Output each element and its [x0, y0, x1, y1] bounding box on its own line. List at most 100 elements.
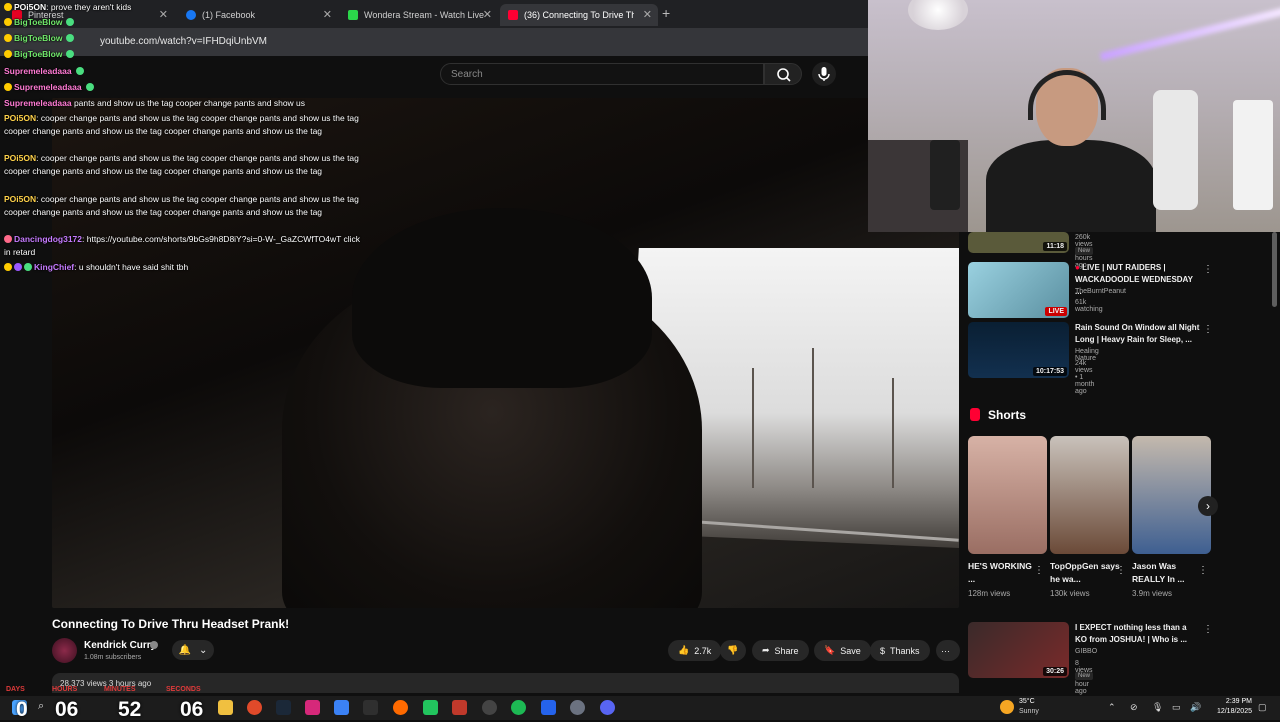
chat-badge-icon [24, 263, 32, 271]
chevron-down-icon: ⌄ [199, 644, 208, 656]
bookmark-icon: 🔖 [824, 645, 836, 655]
thanks-button[interactable]: $ Thanks [870, 640, 930, 661]
volume-icon[interactable]: 🔊 [1190, 702, 1201, 713]
video-thumbnail[interactable]: LIVE [968, 262, 1069, 318]
spotify-icon[interactable] [511, 700, 526, 715]
chat-message: Supremeleadaaa [4, 65, 364, 78]
share-icon: ➦ [762, 645, 770, 655]
chat-text: : prove they aren't kids [46, 2, 132, 12]
short-thumbnail[interactable] [968, 436, 1047, 554]
brave-icon[interactable] [393, 700, 408, 715]
shorts-icon [970, 408, 980, 421]
more-icon: ··· [941, 645, 950, 656]
avatar[interactable] [52, 638, 77, 663]
kebab-menu-icon[interactable]: ⋮ [1198, 565, 1208, 576]
video-title[interactable]: I EXPECT nothing less than a KO from JOS… [1075, 622, 1200, 646]
close-icon[interactable]: ✕ [643, 8, 652, 21]
save-button[interactable]: 🔖 Save [814, 640, 871, 661]
chevron-right-icon[interactable]: › [1198, 496, 1218, 516]
sun-icon[interactable] [1000, 700, 1014, 714]
like-count: 2.7k [694, 645, 712, 656]
notification-bell-button[interactable]: 🔔 ⌄ [172, 640, 214, 660]
live-dot-icon: ● [1075, 263, 1083, 272]
clock-date[interactable]: 12/18/2025 [1204, 708, 1252, 715]
voice-search-button[interactable] [812, 62, 836, 86]
clock-time[interactable]: 2:39 PM [1210, 698, 1252, 705]
weather-condition[interactable]: Sunny [1019, 708, 1039, 715]
chat-message: POi5ON: cooper change pants and show us … [4, 112, 364, 138]
video-thumbnail[interactable]: 30:26 [968, 622, 1069, 678]
obs-icon[interactable] [482, 700, 497, 715]
video-title: Connecting To Drive Thru Headset Prank! [52, 617, 290, 631]
steam-icon[interactable] [276, 700, 291, 715]
video-thumbnail[interactable]: 10:17:53 [968, 322, 1069, 378]
microphone [1153, 90, 1198, 210]
countdown-value: 0 [16, 698, 28, 721]
short-thumbnail[interactable] [1050, 436, 1129, 554]
channel-name[interactable]: Kendrick Curry [84, 640, 156, 651]
short-thumbnail[interactable] [1132, 436, 1211, 554]
subscriber-count: 1.08m subscribers [84, 654, 142, 661]
mic-icon [818, 67, 830, 81]
channel-name[interactable]: GIBBO [1075, 648, 1097, 655]
kebab-menu-icon[interactable]: ⋮ [1116, 565, 1126, 576]
new-tab-button[interactable]: + [662, 5, 670, 21]
headset [1028, 70, 1106, 120]
video-meta: 24k views • 1 month ago [1075, 360, 1095, 395]
share-button[interactable]: ➦ Share [752, 640, 809, 661]
short-title[interactable]: HE'S WORKING ... [968, 560, 1038, 586]
countdown-label: MINUTES [104, 686, 136, 693]
kebab-menu-icon[interactable]: ⋮ [1203, 324, 1213, 335]
chat-message: POi5ON: prove they aren't kids [4, 1, 364, 14]
short-title[interactable]: TopOppGen says he wa... [1050, 560, 1120, 586]
app-icon[interactable] [334, 700, 349, 715]
close-icon[interactable]: ✕ [483, 8, 492, 21]
emote-icon [66, 34, 75, 42]
search-button[interactable] [764, 63, 802, 85]
chrome-icon[interactable] [247, 700, 262, 715]
channel-name[interactable]: TheBurntPeanut [1075, 288, 1126, 295]
webcam-overlay [868, 0, 1280, 232]
like-button[interactable]: 👍 2.7k [668, 640, 722, 661]
chat-text: : cooper change pants and show us the ta… [4, 113, 359, 136]
terminal-icon[interactable] [363, 700, 378, 715]
tab-label: (36) Connecting To Drive Thru H [524, 10, 634, 20]
chat-text: pants and show us the tag cooper change … [73, 98, 306, 108]
chevron-up-icon[interactable]: ⌃ [1108, 702, 1116, 713]
chandelier [908, 0, 968, 30]
tab-youtube[interactable]: (36) Connecting To Drive Thru H ✕ [500, 4, 658, 26]
discord-icon[interactable] [600, 700, 615, 715]
notification-icon[interactable]: ▢ [1258, 702, 1267, 713]
chat-username: Dancingdog3172 [14, 234, 83, 244]
chat-username: POi5ON [4, 113, 37, 123]
dislike-button[interactable]: 👎 [720, 640, 746, 661]
person-hood [352, 208, 652, 388]
file-explorer-icon[interactable] [218, 700, 233, 715]
voicemod-icon[interactable] [452, 700, 467, 715]
chat-message: POi5ON: cooper change pants and show us … [4, 193, 364, 219]
app-icon[interactable] [541, 700, 556, 715]
kebab-menu-icon[interactable]: ⋮ [1034, 565, 1044, 576]
kebab-menu-icon[interactable]: ⋮ [1203, 624, 1213, 635]
short-title[interactable]: Jason Was REALLY In ... [1132, 560, 1202, 586]
video-title[interactable]: Rain Sound On Window all Night Long | He… [1075, 322, 1200, 346]
app-icon[interactable] [423, 700, 438, 715]
settings-icon[interactable] [570, 700, 585, 715]
short-views: 128m views [968, 589, 1011, 598]
display-icon[interactable]: ▭ [1172, 702, 1181, 713]
scrollbar[interactable] [1272, 232, 1277, 307]
video-thumbnail[interactable]: 11:18 [968, 232, 1069, 253]
short-views: 3.9m views [1132, 589, 1173, 598]
mic-icon[interactable]: 🎙 [1152, 702, 1163, 713]
chat-overlay: POi5ON: prove they aren't kids BigToeBlo… [0, 0, 370, 280]
search-input[interactable]: Search [440, 63, 764, 85]
network-icon[interactable]: ⊘ [1130, 702, 1138, 713]
kebab-menu-icon[interactable]: ⋮ [1203, 264, 1213, 275]
chat-username: BigToeBlow [14, 49, 63, 59]
instagram-icon[interactable] [305, 700, 320, 715]
verified-icon [150, 641, 158, 649]
short-views: 130k views [1050, 589, 1090, 598]
more-actions-button[interactable]: ··· [936, 640, 960, 661]
weather-temp[interactable]: 35°C [1019, 698, 1035, 705]
countdown-label: SECONDS [166, 686, 201, 693]
